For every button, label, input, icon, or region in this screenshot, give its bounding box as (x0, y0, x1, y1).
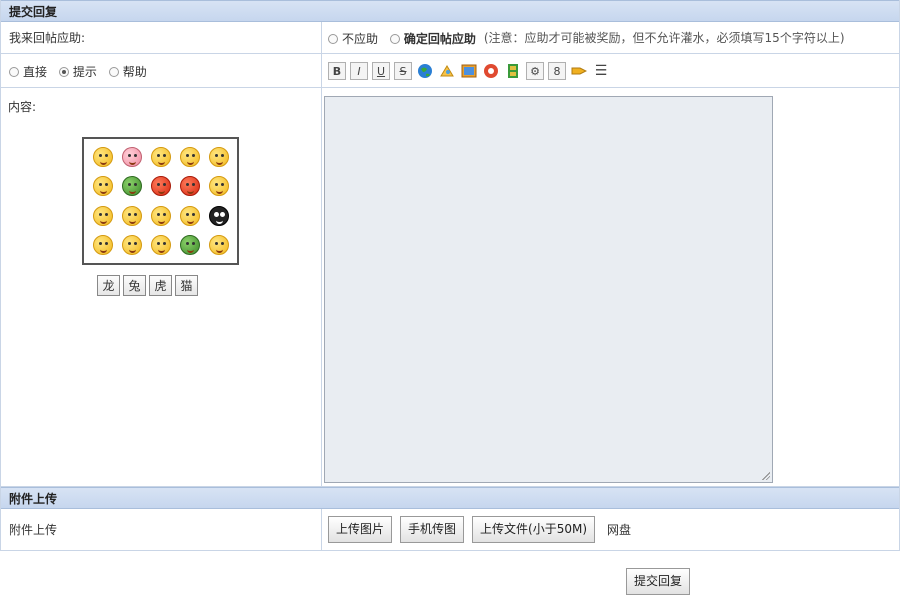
bold-button[interactable]: B (328, 62, 346, 80)
emoji-sad[interactable] (175, 142, 204, 172)
tag-icon[interactable] (570, 62, 588, 80)
emoji-category-rabbit[interactable]: 兔 (123, 275, 146, 296)
film-icon[interactable] (504, 62, 522, 80)
angry-icon (150, 176, 171, 197)
tongue-icon (208, 176, 229, 197)
emoji-category-tiger[interactable]: 虎 (149, 275, 172, 296)
upload-image-button[interactable]: 上传图片 (328, 516, 393, 543)
bounty-label: 我来回帖应助: (1, 22, 322, 53)
flash-icon[interactable] (482, 62, 500, 80)
mode-hint-radio[interactable] (58, 66, 69, 77)
emoji-flower[interactable] (175, 231, 204, 261)
emoji-handshake[interactable] (204, 231, 233, 261)
reply-section-header: 提交回复 (1, 0, 899, 22)
code-icon[interactable]: ⚙ (526, 62, 544, 80)
list-icon[interactable]: ☰ (592, 62, 610, 80)
emoji-think[interactable] (146, 142, 175, 172)
mode-direct-radio[interactable] (9, 66, 19, 77)
emoji-category-cat[interactable]: 猫 (175, 275, 198, 296)
emoji-grin[interactable] (204, 142, 233, 172)
emoji-evil[interactable] (117, 231, 146, 261)
handshake-icon (208, 235, 229, 256)
content-label: 内容: (8, 100, 37, 114)
bounty-no-label[interactable]: 不应助 (342, 32, 378, 46)
emoji-smirk[interactable] (146, 201, 175, 231)
bounty-yes-radio[interactable] (389, 33, 400, 44)
emoji-turtle[interactable] (117, 172, 146, 202)
emoji-category-dragon[interactable]: 龙 (97, 275, 120, 296)
emoji-lovely[interactable] (88, 231, 117, 261)
submit-reply-button[interactable]: 提交回复 (626, 568, 691, 595)
upload-file-button[interactable]: 上传文件(小于50M) (472, 516, 596, 543)
image-icon[interactable] (438, 62, 456, 80)
mode-help-label[interactable]: 帮助 (123, 65, 147, 79)
evil-icon (121, 235, 142, 256)
bounty-no-radio[interactable] (328, 33, 338, 44)
italic-button[interactable]: I (350, 62, 368, 80)
flower-icon (179, 235, 200, 256)
dizzy-icon (92, 205, 113, 226)
emoji-victory[interactable] (88, 142, 117, 172)
pig-icon (121, 146, 142, 167)
emoji-pig[interactable] (117, 142, 146, 172)
mode-hint-label[interactable]: 提示 (73, 65, 97, 79)
smirk-icon (150, 205, 171, 226)
netdisk-link[interactable]: 网盘 (607, 521, 631, 538)
shy-icon (92, 176, 113, 197)
grin-icon (208, 146, 229, 167)
emoji-panda[interactable] (204, 201, 233, 231)
underline-button[interactable]: U (372, 62, 390, 80)
lovely-icon (92, 235, 113, 256)
attach-section-header: 附件上传 (1, 487, 899, 509)
bounty-options: 不应助 确定回帖应助 (注意：应助才可能被奖励，但不允许灌水，必须填写15个字符以… (322, 22, 899, 53)
emoji-dizzy[interactable] (88, 201, 117, 231)
strike-button[interactable]: S (394, 62, 412, 80)
attach-label: 附件上传 (1, 509, 322, 550)
emoji-shy[interactable] (88, 172, 117, 202)
emoji-angry[interactable] (146, 172, 175, 202)
smile-icon (150, 235, 171, 256)
quote-icon[interactable]: 8 (548, 62, 566, 80)
emoji-smile[interactable] (146, 231, 175, 261)
bounty-note: (注意：应助才可能被奖励，但不允许灌水，必须填写15个字符以上) (483, 31, 845, 45)
attach-buttons: 上传图片 手机传图 上传文件(小于50M) 网盘 (322, 509, 899, 550)
content-textarea[interactable] (324, 96, 773, 483)
mobile-image-button[interactable]: 手机传图 (400, 516, 465, 543)
bounty-row: 我来回帖应助: 不应助 确定回帖应助 (注意：应助才可能被奖励，但不允许灌水，必须… (1, 22, 899, 54)
photo-icon[interactable] (460, 62, 478, 80)
mode-direct-label[interactable]: 直接 (23, 65, 47, 79)
hush-icon (121, 205, 142, 226)
resize-handle[interactable] (762, 472, 770, 480)
mode-help-radio[interactable] (108, 66, 119, 77)
emoji-cry[interactable] (175, 172, 204, 202)
emoji-tongue[interactable] (204, 172, 233, 202)
turtle-icon (121, 176, 142, 197)
bounty-yes-label[interactable]: 确定回帖应助 (404, 32, 476, 46)
sweat-icon (179, 205, 200, 226)
emoji-panel (82, 137, 239, 265)
mode-toolbar-row: 直接 提示 帮助 B I U S ⚙ 8 ☰ (1, 54, 899, 88)
emoji-category-tabs: 龙 兔 虎 猫 (97, 275, 198, 296)
editor-toolbar: B I U S ⚙ 8 ☰ (322, 54, 899, 87)
attach-row: 附件上传 上传图片 手机传图 上传文件(小于50M) 网盘 (1, 509, 899, 551)
emoji-hush[interactable] (117, 201, 146, 231)
cry-icon (179, 176, 200, 197)
mode-options: 直接 提示 帮助 (1, 54, 322, 87)
emoji-sweat[interactable] (175, 201, 204, 231)
victory-icon (92, 146, 113, 167)
sad-icon (179, 146, 200, 167)
think-icon (150, 146, 171, 167)
panda-icon (208, 205, 229, 226)
globe-link-icon[interactable] (416, 62, 434, 80)
